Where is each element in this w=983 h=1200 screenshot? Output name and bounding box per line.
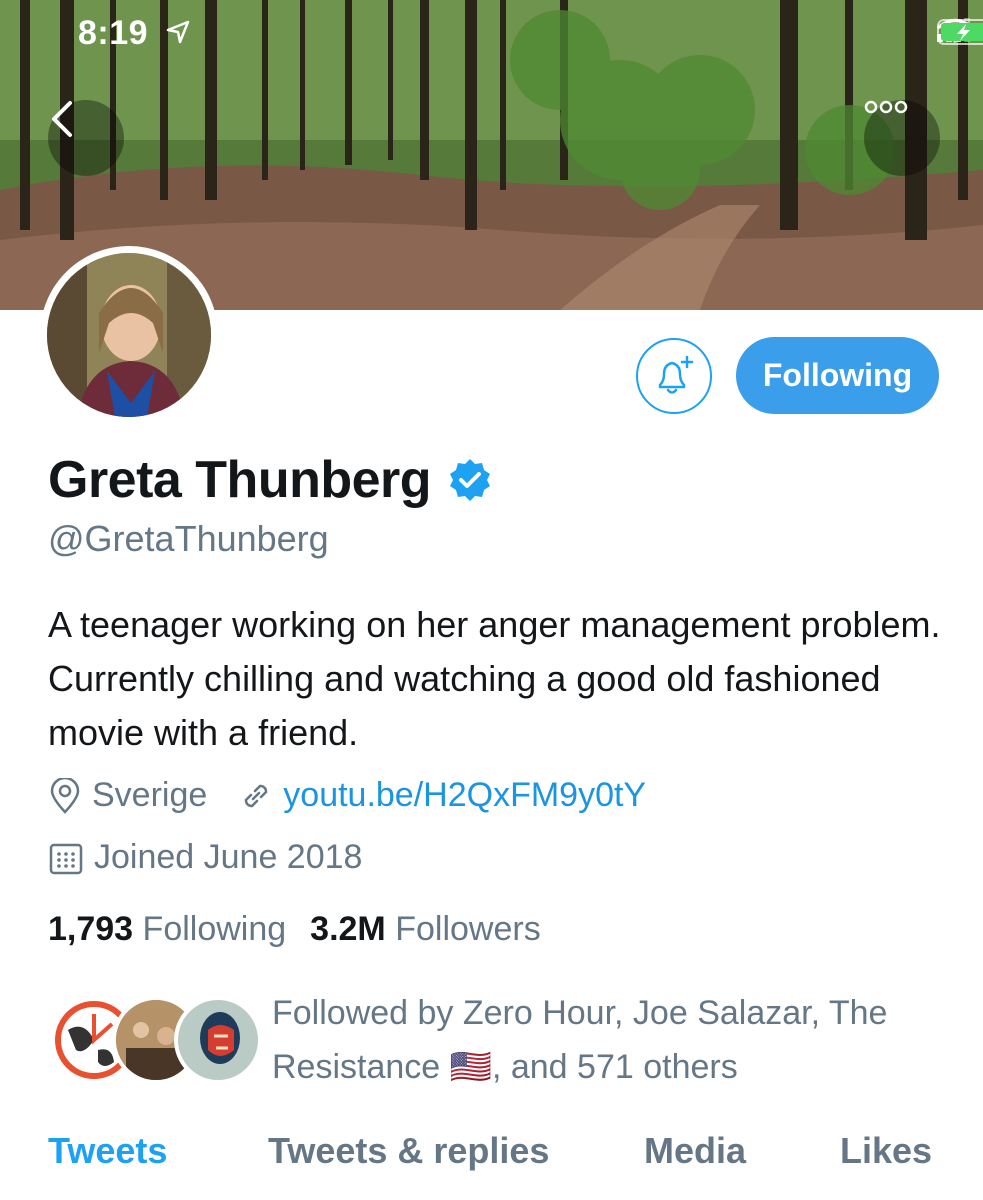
follower-avatar (174, 996, 262, 1084)
website-link[interactable]: youtu.be/H2QxFM9y0tY (239, 776, 646, 815)
profile-meta-row: Sverige youtu.be/H2QxFM9y0tY (48, 776, 678, 815)
more-dots-icon (864, 100, 908, 114)
tab-tweets[interactable]: Tweets (48, 1130, 167, 1172)
following-count-link[interactable]: 1,793 Following (48, 910, 286, 949)
profile-handle: @GretaThunberg (48, 518, 329, 559)
profile-bio: A teenager working on her anger manageme… (48, 604, 941, 753)
battery-charging-icon (937, 19, 983, 45)
chevron-left-icon (52, 101, 72, 137)
profile-avatar[interactable] (40, 246, 218, 424)
notifications-toggle-button[interactable] (636, 338, 712, 414)
profile-name-row: Greta Thunberg (48, 450, 493, 510)
website-link-text[interactable]: youtu.be/H2QxFM9y0tY (283, 776, 646, 815)
followers-count: 3.2M (310, 910, 386, 948)
location-item: Sverige (48, 776, 207, 815)
follow-counts: 1,793 Following 3.2M Followers (48, 910, 541, 949)
tab-tweets-replies[interactable]: Tweets & replies (268, 1130, 549, 1172)
profile-tabs: Tweets Tweets & replies Media Likes (0, 1130, 983, 1190)
following-count: 1,793 (48, 910, 134, 948)
followers-count-link[interactable]: 3.2M Followers (310, 910, 541, 949)
followed-by-avatars[interactable] (50, 996, 262, 1086)
profile-name: Greta Thunberg (48, 451, 432, 509)
more-options-button[interactable] (864, 100, 940, 176)
avatar-photo (47, 253, 211, 417)
back-button[interactable] (48, 100, 124, 176)
calendar-icon (49, 843, 83, 874)
followed-by-text[interactable]: Followed by Zero Hour, Joe Salazar, The … (272, 986, 952, 1094)
joined-item: Joined June 2018 (48, 838, 362, 877)
tab-media[interactable]: Media (644, 1130, 746, 1172)
tab-likes[interactable]: Likes (840, 1130, 932, 1172)
status-time: 8:19 (78, 14, 149, 52)
following-button[interactable]: Following (736, 337, 939, 414)
bell-plus-icon (658, 355, 694, 394)
verified-badge-icon (450, 459, 491, 501)
link-icon (245, 784, 268, 807)
location-pin-icon (50, 777, 80, 814)
location-text: Sverige (92, 776, 208, 814)
joined-text: Joined June 2018 (94, 838, 363, 876)
profile-joined-row: Joined June 2018 (48, 838, 394, 877)
following-label: Following (142, 910, 287, 948)
followers-label: Followers (395, 910, 541, 948)
